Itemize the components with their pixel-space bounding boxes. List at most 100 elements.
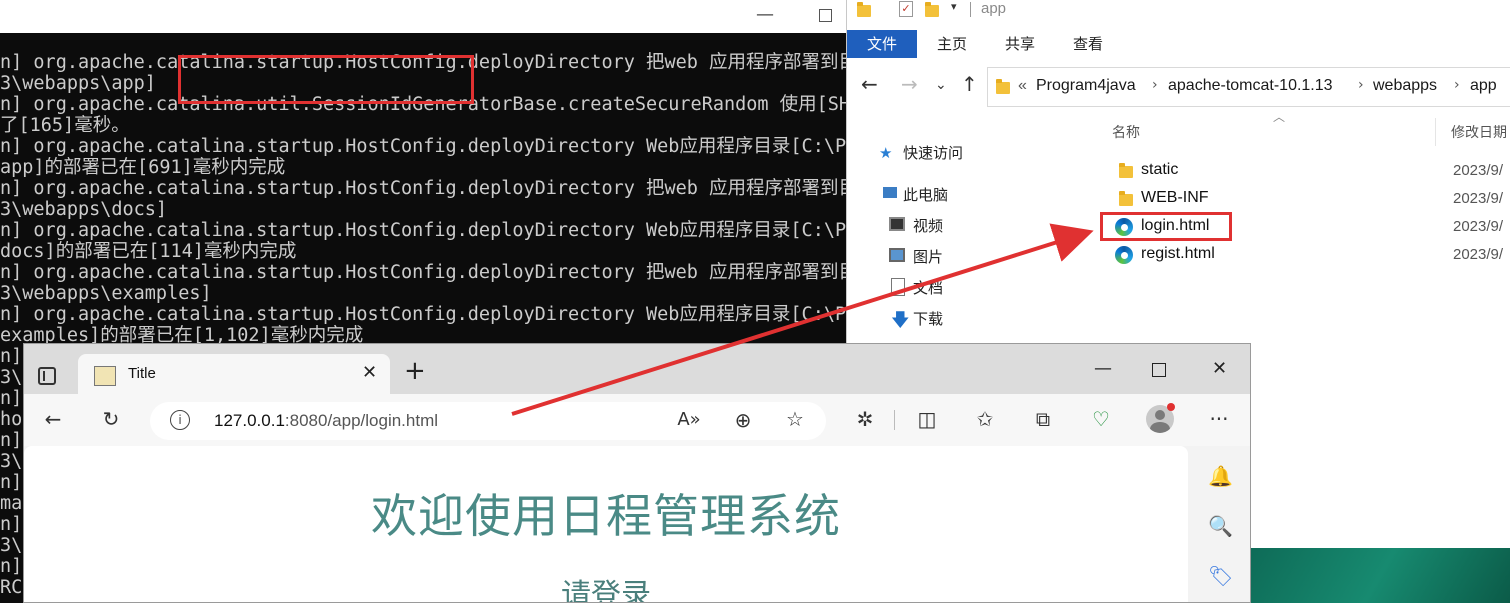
nav-this-pc[interactable]: 此电脑 xyxy=(903,184,948,205)
console-line: 3\ xyxy=(0,535,23,556)
address-bar[interactable]: i 127.0.0.1:8080/app/login.html A» ⊕ ☆ xyxy=(150,402,826,440)
new-tab-icon[interactable]: + xyxy=(404,358,426,384)
column-divider[interactable] xyxy=(1435,118,1436,146)
folder-icon xyxy=(1119,191,1133,206)
downloads-icon: 🡇 xyxy=(891,310,910,331)
file-row-web-inf[interactable]: WEB-INF 2023/9/ xyxy=(1097,185,1510,213)
file-date: 2023/9/ xyxy=(1453,190,1504,207)
sort-ascending-icon: ︿ xyxy=(1273,110,1286,124)
tab-strip: Title ✕ + — ✕ xyxy=(24,344,1250,394)
back-icon[interactable]: ← xyxy=(40,407,66,431)
console-titlebar xyxy=(0,0,846,33)
tab-view[interactable]: 查看 xyxy=(1073,30,1103,58)
breadcrumb-item[interactable]: apache-tomcat-10.1.13 xyxy=(1168,77,1333,95)
breadcrumb-item[interactable]: Program4java xyxy=(1036,77,1136,95)
address-bar: ← → ⌄ ↑ « Program4java › apache-tomcat-1… xyxy=(847,64,1510,108)
console-line: 3\webapps\app] xyxy=(0,73,156,94)
close-window-icon[interactable]: ✕ xyxy=(1212,358,1227,379)
console-line: app]的部署已在[691]毫秒内完成 xyxy=(0,157,286,178)
read-aloud-icon[interactable]: A» xyxy=(676,409,702,430)
breadcrumb-item[interactable]: webapps xyxy=(1373,77,1437,95)
search-icon[interactable]: 🔍 xyxy=(1208,514,1233,538)
more-menu-icon[interactable]: ··· xyxy=(1206,407,1232,431)
browser-tab[interactable]: Title ✕ xyxy=(78,354,390,394)
file-row-static[interactable]: static 2023/9/ xyxy=(1097,157,1510,185)
url-text[interactable]: 127.0.0.1:8080/app/login.html xyxy=(214,411,438,431)
properties-icon[interactable]: ✓ xyxy=(899,1,913,17)
notification-bell-icon[interactable]: 🔔 xyxy=(1208,464,1233,488)
split-screen-icon[interactable]: ◫ xyxy=(914,407,940,431)
console-minimize-button[interactable]: — xyxy=(752,4,778,26)
console-line: 3\ xyxy=(0,451,23,472)
site-info-icon[interactable]: i xyxy=(170,410,190,430)
extensions-icon[interactable]: ✲ xyxy=(852,407,878,431)
pictures-icon xyxy=(889,248,905,262)
quick-access-toolbar: ✓ ▾ app xyxy=(847,0,1510,24)
console-line: 3\ xyxy=(0,367,23,388)
minimize-icon[interactable]: — xyxy=(1094,358,1112,379)
browser-essentials-icon[interactable]: ♡ xyxy=(1088,407,1114,431)
url-host: 127.0.0.1 xyxy=(214,411,285,430)
tab-file[interactable]: 文件 xyxy=(847,30,917,58)
column-date-modified[interactable]: 修改日期 xyxy=(1451,122,1507,142)
close-tab-icon[interactable]: ✕ xyxy=(362,362,377,383)
up-arrow-icon[interactable]: ↑ xyxy=(961,72,978,96)
breadcrumb-separator-icon[interactable]: › xyxy=(1358,77,1364,93)
window-title: app xyxy=(981,0,1007,17)
divider xyxy=(970,2,971,17)
videos-icon xyxy=(889,217,905,231)
console-line: n] xyxy=(0,430,23,451)
console-line: n] xyxy=(0,556,23,577)
nav-videos[interactable]: 视频 xyxy=(913,215,943,236)
tab-home[interactable]: 主页 xyxy=(937,30,967,58)
nav-quick-access[interactable]: 快速访问 xyxy=(903,142,963,163)
folder-icon xyxy=(996,79,1010,94)
breadcrumb-item[interactable]: app xyxy=(1470,77,1497,95)
navigation-pane: ★ 快速访问 此电脑 视频 图片 文档 🡇 下载 xyxy=(847,108,1097,343)
console-line: RC xyxy=(0,577,23,598)
nav-pictures[interactable]: 图片 xyxy=(913,246,943,267)
console-line: 3\webapps\docs] xyxy=(0,199,168,220)
nav-documents[interactable]: 文档 xyxy=(913,277,943,298)
maximize-icon xyxy=(819,9,832,22)
console-maximize-button[interactable] xyxy=(814,4,836,26)
breadcrumb-separator-icon[interactable]: › xyxy=(1454,77,1460,93)
notification-dot xyxy=(1167,403,1175,411)
shopping-tag-icon[interactable]: 🏷 xyxy=(1208,564,1233,588)
file-date: 2023/9/ xyxy=(1453,218,1504,235)
ribbon-tabs: 文件 主页 共享 查看 xyxy=(847,30,1510,58)
background-window xyxy=(1250,548,1510,603)
collections-icon[interactable]: ⧉ xyxy=(1030,407,1056,431)
file-row-regist-html[interactable]: regist.html 2023/9/ xyxy=(1097,241,1510,269)
new-folder-icon[interactable] xyxy=(925,2,939,17)
recent-locations-chevron-icon[interactable]: ⌄ xyxy=(935,77,947,93)
console-line: n] xyxy=(0,346,23,367)
breadcrumb-separator-icon[interactable]: › xyxy=(1152,77,1158,93)
url-highlight-box xyxy=(178,55,474,104)
back-arrow-icon[interactable]: ← xyxy=(861,72,878,96)
breadcrumb-overflow[interactable]: « xyxy=(1018,77,1027,95)
browser-window: Title ✕ + — ✕ ← ↻ i 127.0.0.1:8080/app/l… xyxy=(23,343,1251,603)
file-name: WEB-INF xyxy=(1141,189,1209,206)
login-subtitle: 请登录 xyxy=(561,578,651,603)
forward-arrow-icon[interactable]: → xyxy=(901,72,918,96)
folder-icon xyxy=(1119,163,1133,178)
tab-actions-icon[interactable] xyxy=(38,367,56,385)
zoom-icon[interactable]: ⊕ xyxy=(730,408,756,432)
column-name[interactable]: 名称 xyxy=(1112,122,1140,142)
console-line: ma xyxy=(0,493,23,514)
tab-share[interactable]: 共享 xyxy=(1005,30,1035,58)
favorites-icon[interactable]: ✩ xyxy=(972,407,998,431)
edge-html-file-icon xyxy=(1115,246,1133,264)
console-line: n] org.apache.catalina.startup.HostConfi… xyxy=(0,304,846,325)
maximize-icon[interactable] xyxy=(1152,363,1166,377)
nav-downloads[interactable]: 下载 xyxy=(913,308,943,329)
refresh-icon[interactable]: ↻ xyxy=(98,407,124,431)
favorite-star-icon[interactable]: ☆ xyxy=(782,407,808,431)
address-path[interactable]: « Program4java › apache-tomcat-10.1.13 ›… xyxy=(987,67,1510,107)
browser-toolbar: ← ↻ i 127.0.0.1:8080/app/login.html A» ⊕… xyxy=(24,394,1250,446)
customize-dropdown-icon[interactable]: ▾ xyxy=(951,0,957,13)
file-date: 2023/9/ xyxy=(1453,162,1504,179)
toolbar-divider xyxy=(894,410,895,430)
file-date: 2023/9/ xyxy=(1453,246,1504,263)
